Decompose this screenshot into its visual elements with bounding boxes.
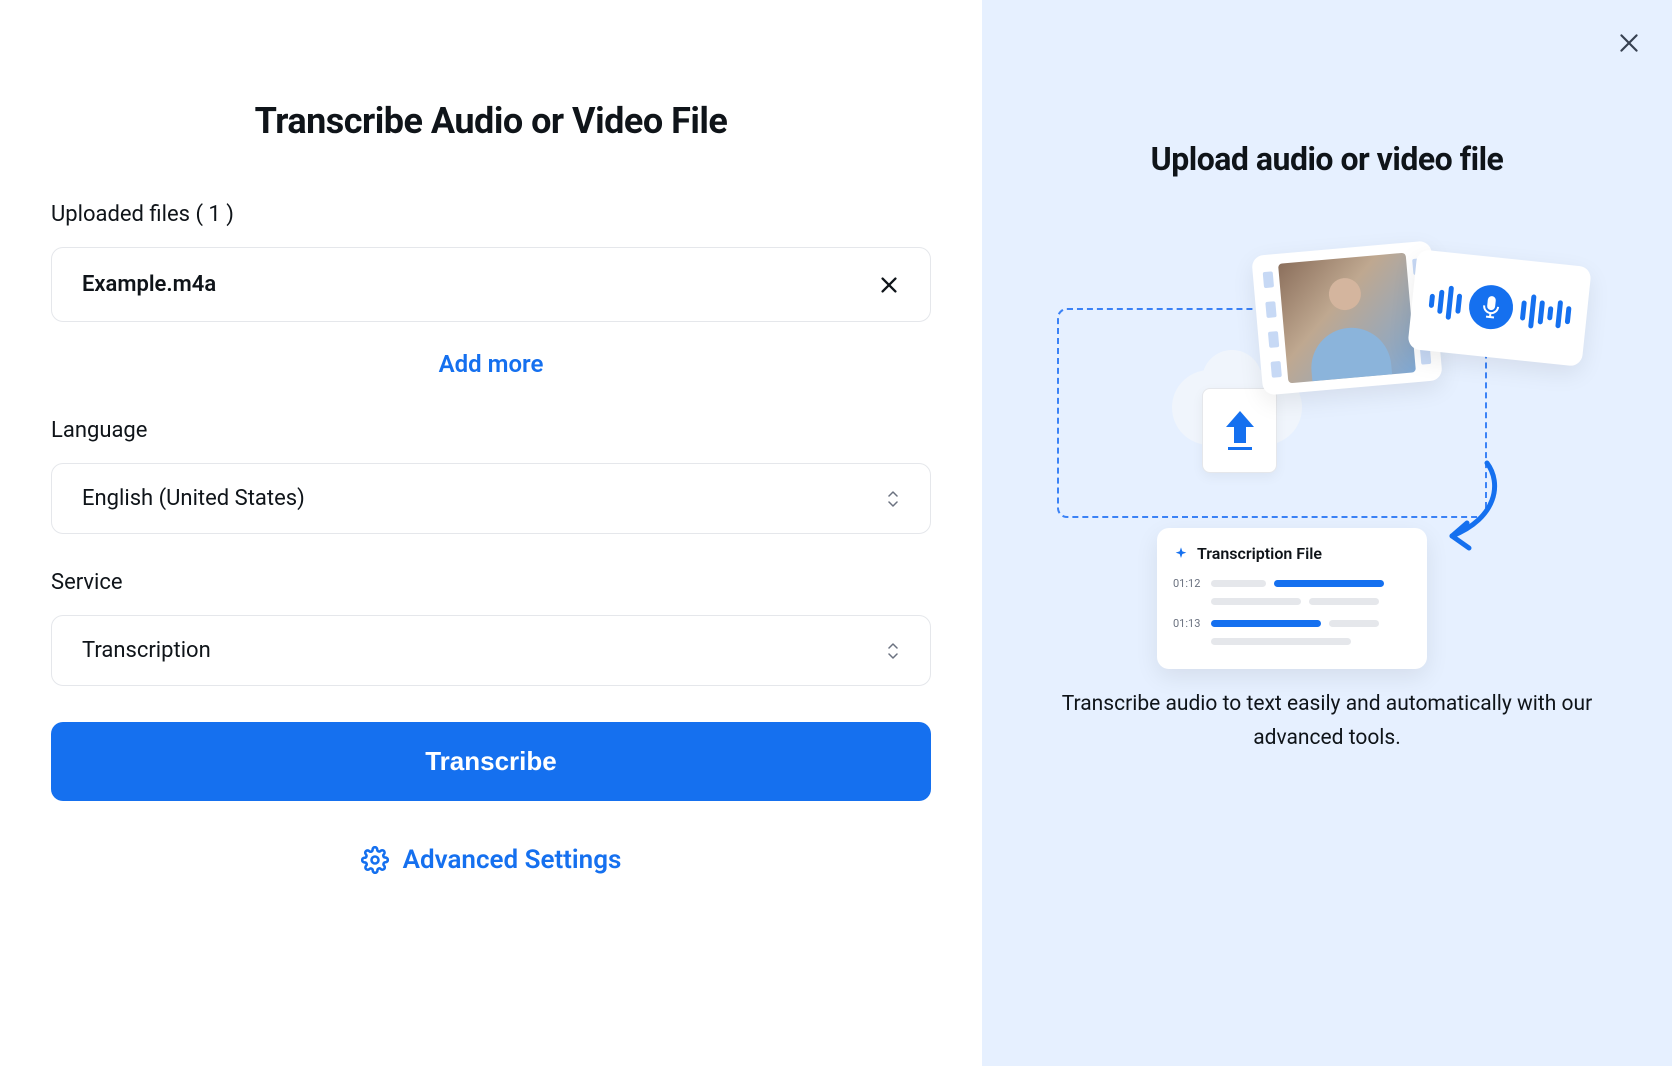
audio-waveform-card <box>1407 249 1591 367</box>
form-panel: Transcribe Audio or Video File Uploaded … <box>0 0 982 1066</box>
service-select[interactable]: Transcription <box>51 615 931 686</box>
chevron-updown-icon <box>886 642 900 660</box>
uploaded-files-label: Uploaded files ( 1 ) <box>51 202 931 227</box>
info-description: Transcribe audio to text easily and auto… <box>1037 688 1617 755</box>
transcription-card-title: Transcription File <box>1197 544 1322 563</box>
chevron-updown-icon <box>886 490 900 508</box>
person-thumbnail <box>1278 253 1416 384</box>
service-label: Service <box>51 570 931 595</box>
language-select[interactable]: English (United States) <box>51 463 931 534</box>
add-more-link[interactable]: Add more <box>51 350 931 378</box>
service-value: Transcription <box>82 638 211 663</box>
microphone-icon <box>1466 283 1514 331</box>
gear-icon <box>361 846 389 874</box>
page-title: Transcribe Audio or Video File <box>51 100 931 142</box>
timestamp: 01:12 <box>1173 577 1203 590</box>
transcribe-button[interactable]: Transcribe <box>51 722 931 801</box>
close-icon <box>1616 30 1642 56</box>
upload-icon-card <box>1202 388 1277 473</box>
advanced-settings-link[interactable]: Advanced Settings <box>51 845 931 875</box>
sparkle-icon <box>1173 546 1189 562</box>
uploaded-file-name: Example.m4a <box>82 272 216 297</box>
upload-arrow-icon <box>1220 407 1260 455</box>
info-title: Upload audio or video file <box>1151 140 1504 178</box>
advanced-settings-label: Advanced Settings <box>403 845 622 875</box>
transcription-preview-card: Transcription File 01:12 01:13 <box>1157 528 1427 669</box>
illustration: Transcription File 01:12 01:13 <box>1057 228 1597 648</box>
curved-arrow-icon <box>1427 458 1507 558</box>
language-label: Language <box>51 418 931 443</box>
timestamp: 01:13 <box>1173 617 1203 630</box>
close-dialog-button[interactable] <box>1616 30 1642 60</box>
uploaded-file-chip: Example.m4a <box>51 247 931 322</box>
remove-file-button[interactable] <box>878 274 900 296</box>
info-panel: Upload audio or video file <box>982 0 1672 1066</box>
language-value: English (United States) <box>82 486 305 511</box>
close-icon <box>878 274 900 296</box>
